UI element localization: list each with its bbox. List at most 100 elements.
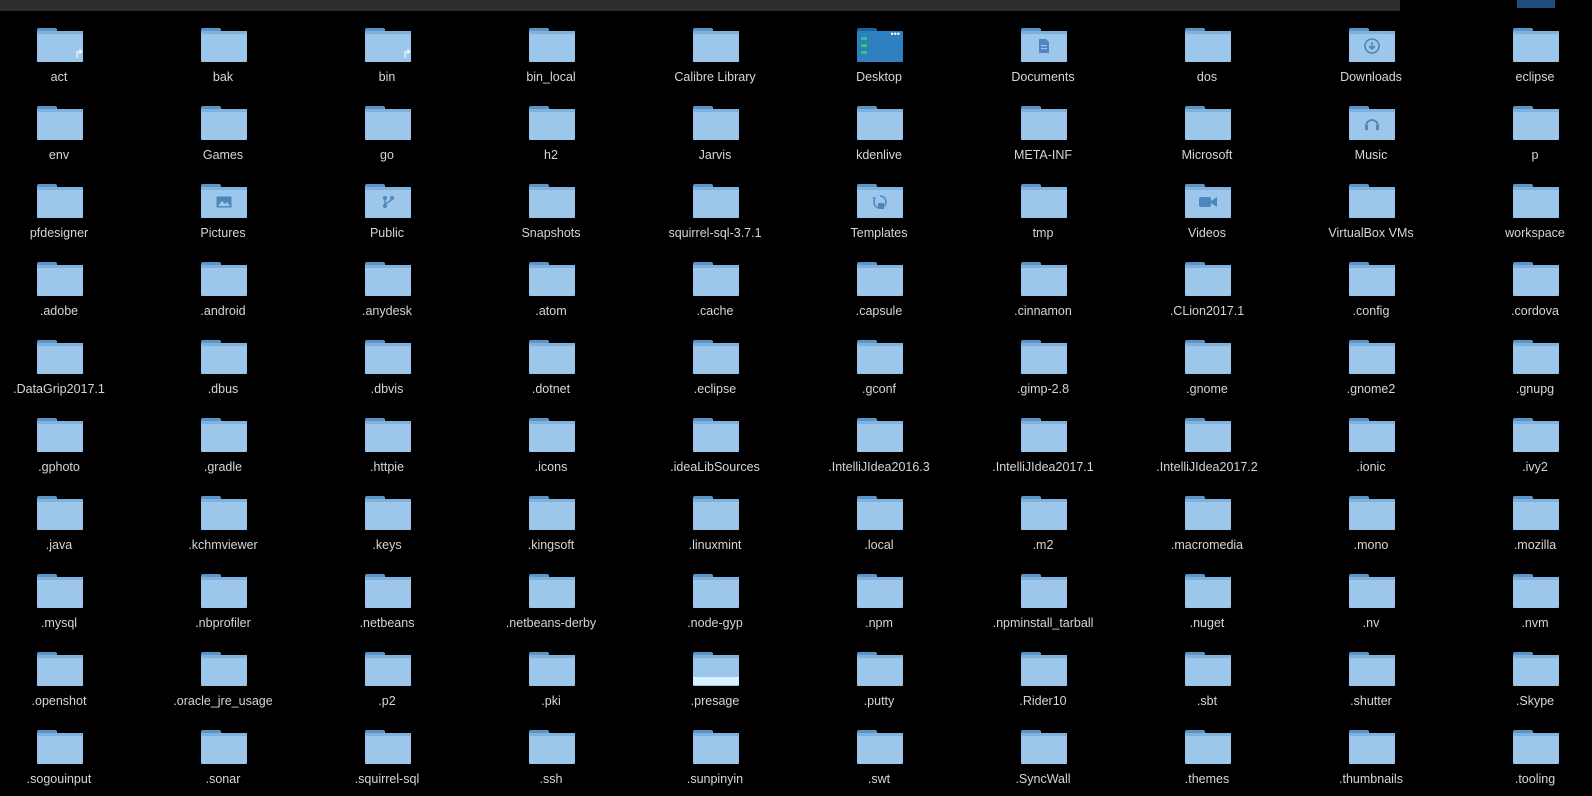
folder-item[interactable]: Templates [799,174,959,250]
folder-item[interactable]: ↱ act [0,18,139,94]
folder-item[interactable]: .android [143,252,303,328]
folder-item[interactable]: .java [0,486,139,562]
folder-item[interactable]: .gimp-2.8 [963,330,1123,406]
folder-item[interactable]: .icons [471,408,631,484]
folder-item[interactable]: .cinnamon [963,252,1123,328]
folder-item[interactable]: .m2 [963,486,1123,562]
folder-item[interactable]: .cordova [1455,252,1592,328]
folder-item[interactable]: env [0,96,139,172]
folder-item[interactable]: p [1455,96,1592,172]
folder-item[interactable]: .netbeans [307,564,467,640]
folder-item[interactable]: .sogouinput [0,720,139,796]
folder-item[interactable]: Snapshots [471,174,631,250]
folder-item[interactable]: Pictures [143,174,303,250]
folder-item[interactable]: workspace [1455,174,1592,250]
folder-item[interactable]: .macromedia [1127,486,1287,562]
folder-item[interactable]: .nuget [1127,564,1287,640]
folder-item[interactable]: .cache [635,252,795,328]
folder-item[interactable]: Music [1291,96,1451,172]
folder-item[interactable]: .gnome [1127,330,1287,406]
folder-item[interactable]: Videos [1127,174,1287,250]
folder-item[interactable]: .config [1291,252,1451,328]
folder-item[interactable]: .nbprofiler [143,564,303,640]
folder-item[interactable]: .CLion2017.1 [1127,252,1287,328]
folder-item[interactable]: .sbt [1127,642,1287,718]
folder-item[interactable]: .putty [799,642,959,718]
folder-item[interactable]: .tooling [1455,720,1592,796]
folder-item[interactable]: kdenlive [799,96,959,172]
folder-item[interactable]: dos [1127,18,1287,94]
folder-item[interactable]: .pki [471,642,631,718]
folder-item[interactable]: .anydesk [307,252,467,328]
folder-item[interactable]: .gphoto [0,408,139,484]
folder-item[interactable]: h2 [471,96,631,172]
folder-item[interactable]: META-INF [963,96,1123,172]
folder-item[interactable]: .eclipse [635,330,795,406]
folder-item[interactable]: .nvm [1455,564,1592,640]
folder-item[interactable]: .gconf [799,330,959,406]
folder-item[interactable]: .presage [635,642,795,718]
folder-item[interactable]: Public [307,174,467,250]
folder-item[interactable]: .squirrel-sql [307,720,467,796]
folder-item[interactable]: .local [799,486,959,562]
folder-item[interactable]: ↱ bin [307,18,467,94]
folder-item[interactable]: .gnupg [1455,330,1592,406]
folder-item[interactable]: .gnome2 [1291,330,1451,406]
folder-item[interactable]: .sonar [143,720,303,796]
folder-item[interactable]: .npminstall_tarball [963,564,1123,640]
folder-item[interactable]: .SyncWall [963,720,1123,796]
folder-item[interactable]: .Rider10 [963,642,1123,718]
folder-item[interactable]: .ivy2 [1455,408,1592,484]
folder-item[interactable]: .ssh [471,720,631,796]
folder-item[interactable]: .p2 [307,642,467,718]
folder-item[interactable]: .sunpinyin [635,720,795,796]
folder-item[interactable]: pfdesigner [0,174,139,250]
folder-item[interactable]: .atom [471,252,631,328]
folder-item[interactable]: eclipse [1455,18,1592,94]
folder-item[interactable]: VirtualBox VMs [1291,174,1451,250]
folder-item[interactable]: .mozilla [1455,486,1592,562]
folder-item[interactable]: .openshot [0,642,139,718]
folder-item[interactable]: .DataGrip2017.1 [0,330,139,406]
folder-item[interactable]: .kingsoft [471,486,631,562]
folder-item[interactable]: Downloads [1291,18,1451,94]
folder-item[interactable]: .Skype [1455,642,1592,718]
folder-item[interactable]: .mysql [0,564,139,640]
folder-item[interactable]: .shutter [1291,642,1451,718]
folder-item[interactable]: .IntelliJIdea2017.1 [963,408,1123,484]
folder-item[interactable]: .adobe [0,252,139,328]
folder-item[interactable]: .themes [1127,720,1287,796]
folder-item[interactable]: Microsoft [1127,96,1287,172]
folder-item[interactable]: .thumbnails [1291,720,1451,796]
folder-item[interactable]: tmp [963,174,1123,250]
folder-item[interactable]: bin_local [471,18,631,94]
folder-item[interactable]: .mono [1291,486,1451,562]
folder-item[interactable]: .netbeans-derby [471,564,631,640]
folder-item[interactable]: .httpie [307,408,467,484]
folder-item[interactable]: .swt [799,720,959,796]
folder-item[interactable]: .capsule [799,252,959,328]
folder-item[interactable]: ••• Desktop [799,18,959,94]
folder-item[interactable]: bak [143,18,303,94]
folder-item[interactable]: .npm [799,564,959,640]
folder-item[interactable]: .keys [307,486,467,562]
folder-item[interactable]: .ideaLibSources [635,408,795,484]
folder-item[interactable]: .linuxmint [635,486,795,562]
folder-item[interactable]: .IntelliJIdea2016.3 [799,408,959,484]
folder-item[interactable]: Games [143,96,303,172]
folder-item[interactable]: Jarvis [635,96,795,172]
folder-item[interactable]: .ionic [1291,408,1451,484]
folder-item[interactable]: Calibre Library [635,18,795,94]
folder-item[interactable]: go [307,96,467,172]
folder-item[interactable]: .dotnet [471,330,631,406]
folder-item[interactable]: .kchmviewer [143,486,303,562]
folder-item[interactable]: squirrel-sql-3.7.1 [635,174,795,250]
folder-item[interactable]: .nv [1291,564,1451,640]
folder-item[interactable]: .node-gyp [635,564,795,640]
folder-item[interactable]: .dbus [143,330,303,406]
folder-item[interactable]: .dbvis [307,330,467,406]
folder-item[interactable]: Documents [963,18,1123,94]
folder-item[interactable]: .gradle [143,408,303,484]
scroll-indicator[interactable] [1517,0,1555,8]
folder-item[interactable]: .oracle_jre_usage [143,642,303,718]
